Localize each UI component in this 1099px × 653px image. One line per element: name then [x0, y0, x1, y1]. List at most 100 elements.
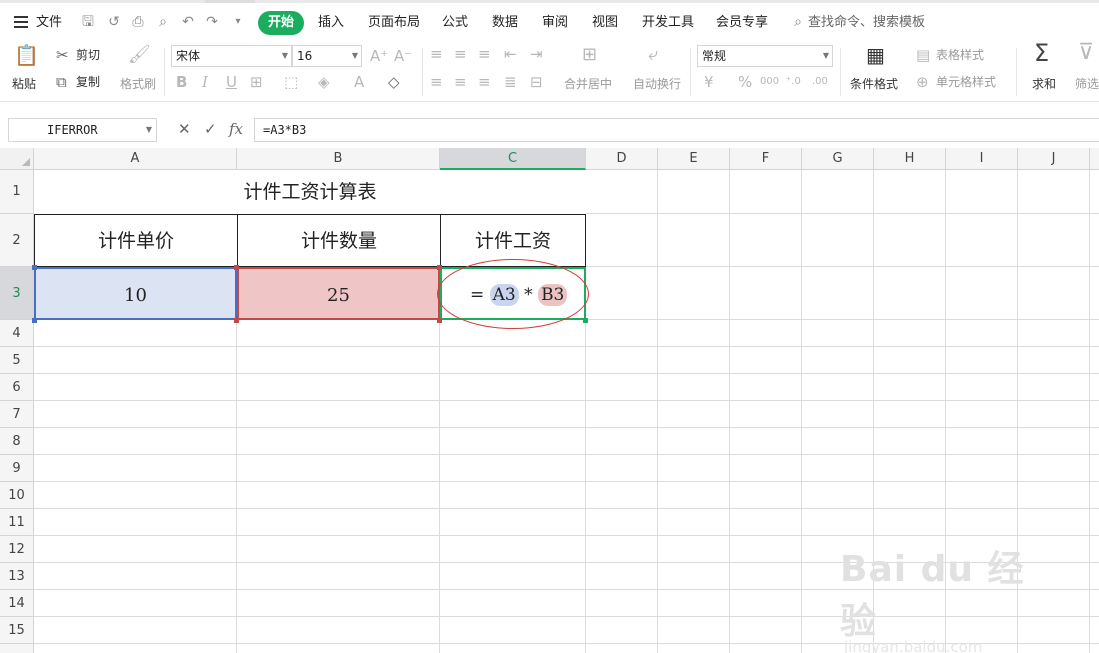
merge-center-icon[interactable]: ⊞ [582, 46, 597, 64]
row-header-16[interactable] [0, 644, 34, 653]
scissors-icon[interactable]: ✂ [56, 46, 69, 64]
filter-icon[interactable]: ⊽ [1078, 42, 1094, 64]
clear-format-icon[interactable]: ◇ [388, 73, 400, 91]
tab-formulas[interactable]: 公式 [442, 11, 468, 35]
font-color-icon[interactable]: A [354, 73, 364, 91]
range-handle[interactable] [32, 318, 37, 323]
column-header-j[interactable]: J [1018, 148, 1090, 170]
decrease-indent-icon[interactable]: ⇤ [504, 45, 517, 63]
chevron-down-icon[interactable]: ▼ [146, 119, 152, 141]
tab-page-layout[interactable]: 页面布局 [368, 11, 420, 35]
decrease-font-icon[interactable]: A⁻ [394, 47, 412, 65]
increase-indent-icon[interactable]: ⇥ [530, 45, 543, 63]
cell-a1-title[interactable]: 计件工资计算表 [34, 170, 586, 214]
tab-developer[interactable]: 开发工具 [642, 11, 694, 35]
format-painter-button[interactable]: 格式刷 [120, 76, 156, 92]
row-header-7[interactable]: 7 [0, 401, 34, 428]
row-header-8[interactable]: 8 [0, 428, 34, 455]
align-top-icon[interactable]: ≡ [430, 45, 443, 63]
column-header-f[interactable]: F [730, 148, 802, 170]
confirm-icon[interactable]: ✓ [204, 119, 217, 139]
table-style-button[interactable]: 表格样式 [936, 47, 984, 63]
tab-member[interactable]: 会员专享 [716, 11, 768, 35]
range-handle[interactable] [437, 265, 442, 270]
filter-button[interactable]: 筛选 [1075, 76, 1099, 92]
name-box[interactable]: IFERROR ▼ [8, 118, 157, 142]
formula-input[interactable]: =A3*B3 [254, 118, 1099, 142]
align-middle-icon[interactable]: ≡ [454, 45, 467, 63]
italic-button[interactable]: I [202, 73, 208, 91]
row-header-10[interactable]: 10 [0, 482, 34, 509]
tab-view[interactable]: 视图 [592, 11, 618, 35]
justify-icon[interactable]: ≣ [504, 73, 517, 91]
sum-icon[interactable]: Σ [1034, 41, 1049, 65]
font-size-select[interactable]: 16 ▼ [292, 45, 362, 67]
save-icon[interactable]: 🖫 [80, 14, 96, 30]
align-left-icon[interactable]: ≡ [430, 73, 443, 91]
paste-icon[interactable]: 📋 [14, 45, 39, 65]
column-header-k[interactable] [1090, 148, 1099, 170]
wrap-text-icon[interactable]: ⤶ [648, 46, 658, 64]
row-header-4[interactable]: 4 [0, 320, 34, 347]
cell-b3[interactable]: 25 [237, 267, 440, 320]
print-preview-icon[interactable]: ⌕ [155, 14, 171, 30]
sum-button[interactable]: 求和 [1032, 76, 1056, 92]
row-header-6[interactable]: 6 [0, 374, 34, 401]
column-header-d[interactable]: D [586, 148, 658, 170]
cell-style-fill-icon[interactable]: ⬚ [284, 73, 298, 91]
underline-button[interactable]: U [226, 73, 237, 91]
column-header-a[interactable]: A [34, 148, 237, 170]
bold-button[interactable]: B [176, 73, 187, 91]
column-header-h[interactable]: H [874, 148, 946, 170]
column-header-g[interactable]: G [802, 148, 874, 170]
column-header-e[interactable]: E [658, 148, 730, 170]
undo-icon[interactable]: ↶ [180, 14, 196, 30]
print-icon[interactable]: ⎙ [130, 14, 146, 30]
number-format-select[interactable]: 常规 ▼ [697, 45, 833, 67]
fill-color-icon[interactable]: ◈ [318, 73, 330, 91]
file-menu[interactable]: 文件 [36, 11, 62, 35]
decrease-decimal-icon[interactable]: .00 [812, 73, 828, 91]
increase-decimal-icon[interactable]: ⁺.0 [786, 73, 801, 91]
undo-history-icon[interactable]: ↺ [106, 14, 122, 30]
distributed-icon[interactable]: ⊟ [530, 73, 543, 91]
row-header-5[interactable]: 5 [0, 347, 34, 374]
paste-button[interactable]: 粘贴 [12, 76, 36, 92]
currency-button[interactable]: ¥ [704, 73, 714, 91]
row-header-15[interactable]: 15 [0, 617, 34, 644]
table-style-icon[interactable]: ▤ [916, 46, 930, 64]
conditional-format-button[interactable]: 条件格式 [850, 76, 898, 92]
cell-b2-header[interactable]: 计件数量 [237, 214, 441, 267]
column-header-i[interactable]: I [946, 148, 1018, 170]
column-header-c[interactable]: C [440, 148, 586, 170]
range-handle[interactable] [32, 265, 37, 270]
percent-button[interactable]: % [738, 73, 752, 91]
customize-toolbar-icon[interactable]: ▾ [230, 14, 246, 30]
command-search[interactable]: 查找命令、搜索模板 [808, 11, 925, 35]
copy-button[interactable]: 复制 [76, 74, 100, 90]
cell-a2-header[interactable]: 计件单价 [34, 214, 238, 267]
redo-icon[interactable]: ↷ [204, 14, 220, 30]
align-center-icon[interactable]: ≡ [454, 73, 467, 91]
conditional-format-icon[interactable]: ▦ [866, 45, 885, 65]
select-all-corner[interactable] [0, 148, 34, 170]
format-painter-icon[interactable]: 🖌 [128, 46, 151, 64]
align-right-icon[interactable]: ≡ [478, 73, 491, 91]
cell-style-button[interactable]: 单元格样式 [936, 74, 996, 90]
cell-style-icon[interactable]: ⊕ [916, 73, 929, 91]
increase-font-icon[interactable]: A⁺ [370, 47, 388, 65]
font-name-select[interactable]: 宋体 ▼ [171, 45, 292, 67]
row-header-13[interactable]: 13 [0, 563, 34, 590]
copy-icon[interactable]: ⧉ [56, 73, 67, 91]
tab-data[interactable]: 数据 [492, 11, 518, 35]
fill-handle[interactable] [583, 318, 588, 323]
align-bottom-icon[interactable]: ≡ [478, 45, 491, 63]
row-header-9[interactable]: 9 [0, 455, 34, 482]
column-header-b[interactable]: B [237, 148, 440, 170]
row-header-2[interactable]: 2 [0, 214, 34, 267]
merge-center-button[interactable]: 合并居中 [564, 76, 612, 92]
insert-function-icon[interactable]: fx [229, 119, 243, 139]
row-header-14[interactable]: 14 [0, 590, 34, 617]
range-handle[interactable] [437, 318, 442, 323]
tab-home[interactable]: 开始 [258, 11, 305, 35]
